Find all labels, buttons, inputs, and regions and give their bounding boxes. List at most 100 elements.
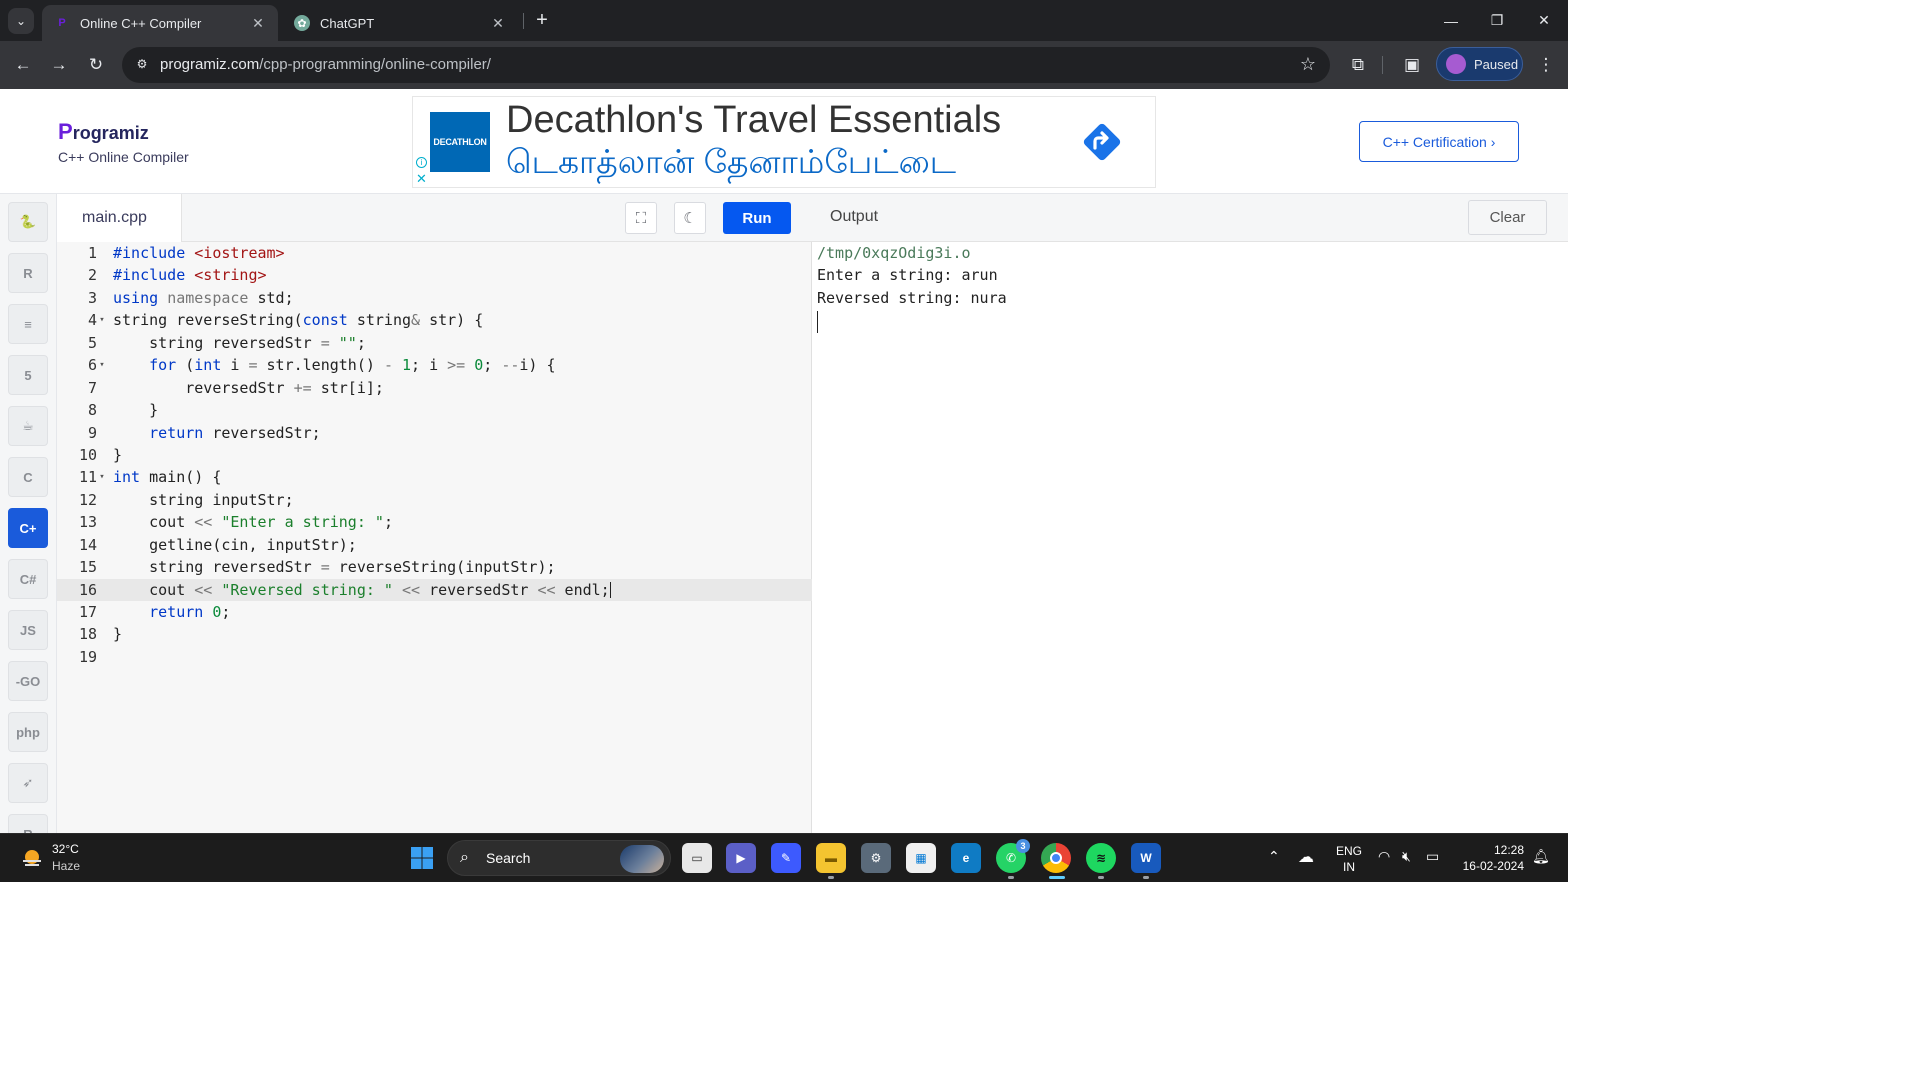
chrome-icon[interactable] bbox=[1041, 843, 1071, 879]
teams-meet-icon[interactable]: ▶ bbox=[726, 843, 756, 873]
code-line[interactable]: 19 bbox=[57, 646, 812, 668]
tab-online-cpp-compiler[interactable]: P Online C++ Compiler ✕ bbox=[42, 5, 278, 41]
programiz-logo[interactable]: Programiz bbox=[58, 119, 149, 145]
address-bar[interactable]: ⚙ programiz.com/cpp-programming/online-c… bbox=[122, 47, 1330, 83]
settings-gear-icon[interactable]: ⚙ bbox=[861, 843, 891, 873]
line-number: 14 bbox=[78, 535, 97, 554]
language-csharp-icon[interactable]: C# bbox=[8, 559, 48, 599]
side-panel-icon[interactable]: ▣ bbox=[1399, 52, 1425, 78]
code-line[interactable]: 14 getline(cin, inputStr); bbox=[57, 534, 812, 556]
output-console[interactable]: /tmp/0xqzOdig3i.o Enter a string: arun R… bbox=[817, 242, 1007, 334]
language-cpp-icon[interactable]: C+ bbox=[8, 508, 48, 548]
language-js-icon[interactable]: JS bbox=[8, 610, 48, 650]
language-indicator[interactable]: ENG IN bbox=[1336, 843, 1362, 875]
cpp-certification-button[interactable]: C++ Certification › bbox=[1359, 121, 1519, 162]
language-sql-icon[interactable]: ≡ bbox=[8, 304, 48, 344]
new-tab-button[interactable]: + bbox=[531, 9, 553, 31]
line-number: 18 bbox=[78, 625, 97, 644]
forward-arrow-icon[interactable]: → bbox=[46, 52, 72, 78]
file-explorer-icon[interactable]: ▬ bbox=[816, 843, 846, 879]
language-rust-icon[interactable]: R bbox=[8, 814, 48, 833]
language-php-icon[interactable]: php bbox=[8, 712, 48, 752]
close-tab-icon[interactable]: ✕ bbox=[488, 15, 508, 32]
notification-bell-icon[interactable]: 🔔︎ bbox=[1532, 848, 1550, 865]
code-line[interactable]: 16 cout << "Reversed string: " << revers… bbox=[57, 578, 812, 601]
fold-toggle-icon[interactable]: ▾ bbox=[97, 466, 107, 488]
fold-toggle-icon[interactable]: ▾ bbox=[97, 309, 107, 331]
line-number: 11 bbox=[78, 468, 97, 487]
profile-button[interactable]: Paused bbox=[1436, 47, 1523, 81]
code-line[interactable]: 3 using namespace std; bbox=[57, 287, 812, 309]
language-html-icon[interactable]: 5 bbox=[8, 355, 48, 395]
code-line[interactable]: 10} bbox=[57, 444, 812, 466]
battery-icon[interactable]: ▭ bbox=[1426, 848, 1439, 865]
ad-info-icon[interactable]: i bbox=[416, 157, 427, 168]
language-go-icon[interactable]: -GO bbox=[8, 661, 48, 701]
url-text[interactable]: programiz.com/cpp-programming/online-com… bbox=[160, 56, 491, 73]
whatsapp-icon[interactable]: ✆ 3 bbox=[996, 839, 1030, 879]
code-line[interactable]: 6 ▾ for (int i = str.length() - 1; i >= 0… bbox=[57, 354, 812, 376]
browser-menu-icon[interactable]: ⋮ bbox=[1533, 52, 1559, 78]
tab-title: Online C++ Compiler bbox=[80, 15, 202, 31]
language-python-icon[interactable]: 🐍 bbox=[8, 202, 48, 242]
weather-temperature[interactable]: 32°C bbox=[52, 842, 79, 856]
language-c-icon[interactable]: C bbox=[8, 457, 48, 497]
onedrive-cloud-icon[interactable]: ☁ bbox=[1298, 847, 1314, 867]
code-area[interactable]: 1 #include <iostream> 2 #include <string> 3 u… bbox=[57, 242, 812, 668]
show-hidden-icons-chevron-icon[interactable]: ⌃ bbox=[1268, 848, 1280, 865]
directions-arrow-icon[interactable] bbox=[1079, 119, 1125, 165]
volume-muted-icon[interactable]: 🔇︎ bbox=[1402, 848, 1411, 865]
spotify-icon[interactable]: ≋ bbox=[1086, 843, 1116, 879]
tab-chatgpt[interactable]: ✿ ChatGPT ✕ bbox=[282, 5, 518, 41]
language-r-icon[interactable]: R bbox=[8, 253, 48, 293]
restore-window-button[interactable]: ❐ bbox=[1474, 0, 1520, 41]
clear-button[interactable]: Clear bbox=[1468, 200, 1547, 235]
language-java-icon[interactable]: ☕ bbox=[8, 406, 48, 446]
ad-headline: Decathlon's Travel Essentials bbox=[506, 99, 1002, 141]
tab-search-dropdown-button[interactable]: ⌄ bbox=[8, 8, 34, 34]
microsoft-store-icon[interactable]: ▦ bbox=[906, 843, 936, 873]
taskbar-search-box[interactable]: ⌕ Search bbox=[447, 840, 671, 876]
task-view-icon[interactable]: ▭ bbox=[682, 843, 712, 873]
file-tab-main-cpp[interactable]: main.cpp bbox=[57, 194, 182, 242]
code-line[interactable]: 15 string reversedStr = reverseString(in… bbox=[57, 556, 812, 578]
edge-browser-icon[interactable]: e bbox=[951, 843, 981, 873]
code-token: "Reversed string: " bbox=[221, 580, 393, 599]
site-info-icon[interactable]: ⚙ bbox=[134, 57, 150, 73]
code-line[interactable]: 1 #include <iostream> bbox=[57, 242, 812, 264]
back-arrow-icon[interactable]: ← bbox=[10, 52, 36, 78]
advertisement-banner[interactable]: DECATHLON Decathlon's Travel Essentials … bbox=[412, 96, 1156, 188]
code-line[interactable]: 9 return reversedStr; bbox=[57, 422, 812, 444]
code-line[interactable]: 12 string inputStr; bbox=[57, 489, 812, 511]
close-window-button[interactable]: ✕ bbox=[1521, 0, 1567, 41]
code-line[interactable]: 2 #include <string> bbox=[57, 264, 812, 286]
line-number: 1 bbox=[87, 244, 97, 262]
code-line[interactable]: 13 cout << "Enter a string: "; bbox=[57, 511, 812, 533]
code-line[interactable]: 7 reversedStr += str[i]; bbox=[57, 377, 812, 399]
code-line[interactable]: 11 ▾ int main() { bbox=[57, 466, 812, 488]
fold-toggle-icon[interactable]: ▾ bbox=[97, 354, 107, 376]
weather-sun-haze-icon[interactable] bbox=[20, 846, 44, 870]
code-line[interactable]: 18} bbox=[57, 623, 812, 645]
close-tab-icon[interactable]: ✕ bbox=[248, 15, 268, 32]
ad-close-icon[interactable]: ✕ bbox=[416, 172, 427, 185]
reload-icon[interactable]: ↻ bbox=[83, 52, 109, 78]
run-button[interactable]: Run bbox=[723, 202, 791, 234]
windows-start-icon[interactable] bbox=[407, 843, 437, 873]
wifi-icon[interactable]: ◠ bbox=[1378, 848, 1390, 865]
minimize-window-button[interactable]: — bbox=[1428, 0, 1474, 41]
code-line[interactable]: 5 string reversedStr = ""; bbox=[57, 332, 812, 354]
language-swift-icon[interactable]: ➶ bbox=[8, 763, 48, 803]
extensions-puzzle-icon[interactable]: ⧉ bbox=[1345, 52, 1371, 78]
word-icon[interactable]: W bbox=[1131, 843, 1161, 879]
bookmark-star-icon[interactable]: ☆ bbox=[1300, 54, 1316, 75]
system-clock[interactable]: 12:28 16-02-2024 bbox=[1458, 842, 1524, 874]
pen-app-icon[interactable]: ✎ bbox=[771, 843, 801, 873]
code-line[interactable]: 4 ▾ string reverseString(const string& str… bbox=[57, 309, 812, 331]
code-line[interactable]: 17 return 0; bbox=[57, 601, 812, 623]
dark-mode-moon-icon[interactable]: ☾ bbox=[674, 202, 706, 234]
code-token: std; bbox=[257, 288, 294, 307]
code-line[interactable]: 8 } bbox=[57, 399, 812, 421]
fullscreen-icon[interactable]: ⛶ bbox=[625, 202, 657, 234]
weather-condition[interactable]: Haze bbox=[52, 859, 80, 873]
